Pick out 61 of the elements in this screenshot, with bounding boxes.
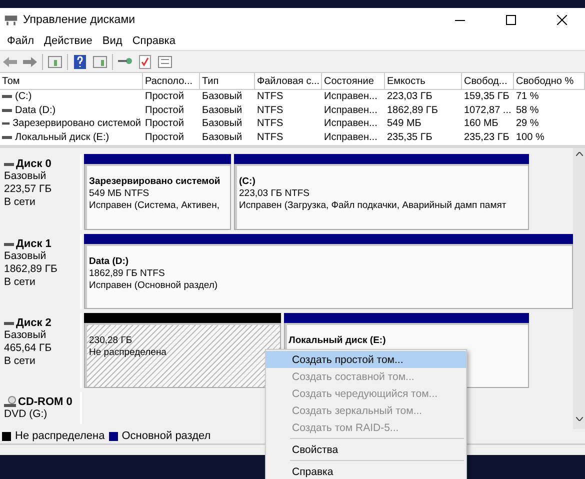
table-cell: 58 % — [516, 104, 539, 117]
partition-title: (C:) — [239, 176, 256, 188]
partition-title: Зарезервировано системой — [89, 176, 220, 188]
table-cell: 235,23 ГБ — [464, 130, 510, 144]
table-cell: Исправен... — [324, 104, 378, 117]
partition-title: Локальный диск (E:) — [288, 335, 386, 347]
table-cell: Простой — [145, 104, 184, 117]
table-cell: Локальный диск (E:) — [15, 130, 110, 144]
table-cell: Базовый — [202, 104, 242, 117]
table-cell: Базовый — [202, 117, 242, 130]
table-cell: Исправен... — [324, 130, 378, 144]
table-cell: (C:) — [15, 90, 32, 104]
table-cell: 235,35 ГБ — [387, 130, 432, 144]
table-cell: 29 % — [516, 117, 539, 130]
disk-size: 1862,89 ГБ — [4, 263, 58, 276]
partition-size: 230,28 ГБ — [89, 335, 132, 347]
table-cell: Исправен... — [324, 117, 378, 130]
table-cell: Data (D:) — [15, 104, 56, 117]
partition-size: 1862,89 ГБ NTFS — [89, 268, 165, 280]
table-cell: 1072,87 ... — [464, 104, 512, 117]
partition-status: Исправен (Загрузка, Файл подкачки, Аварийный дамп памят — [239, 200, 506, 212]
table-cell: NTFS — [257, 117, 284, 130]
disk-type: Базовый — [4, 250, 48, 263]
table-cell: 1862,89 ГБ — [387, 104, 438, 117]
legend-label: Не распределена — [15, 430, 105, 442]
table-cell: Простой — [145, 130, 184, 144]
table-cell: 160 МБ — [464, 117, 498, 130]
disk-name: Диск 2 — [16, 317, 52, 329]
table-cell: 549 МБ — [387, 117, 422, 130]
disk-status: В сети — [4, 276, 36, 289]
partition-size: 223,03 ГБ NTFS — [239, 188, 310, 200]
table-cell: Исправен... — [324, 90, 378, 104]
table-cell: Простой — [145, 90, 184, 104]
window-title: Управление дисками — [23, 14, 136, 26]
table-cell: Простой — [145, 117, 184, 130]
disk-type: Базовый — [4, 170, 48, 183]
legend-label: Основной раздел — [122, 430, 211, 442]
disk-size: 223,57 ГБ — [4, 183, 53, 196]
table-cell: Базовый — [202, 90, 242, 104]
disk-status: В сети — [4, 355, 36, 368]
table-cell: 159,35 ГБ — [464, 90, 510, 104]
partition-status: Не распределена — [89, 347, 166, 359]
table-cell: NTFS — [257, 90, 284, 104]
table-cell: Базовый — [202, 130, 242, 144]
table-cell: Зарезервировано системой — [12, 117, 141, 130]
drive-letter: DVD (G:) — [4, 408, 48, 421]
partition-status: Исправен (Система, Активен, — [89, 200, 220, 212]
table-cell: 223,03 ГБ — [387, 90, 432, 104]
disk-name: Диск 1 — [16, 238, 52, 250]
disk-type: Базовый — [4, 329, 48, 342]
disk-name: CD-ROM 0 — [18, 396, 72, 408]
table-cell: NTFS — [257, 104, 284, 117]
partition-status: Исправен (Основной раздел) — [89, 280, 218, 292]
partition-size: 549 МБ NTFS — [89, 188, 150, 200]
table-cell: 71 % — [516, 90, 539, 104]
disk-status: В сети — [4, 196, 36, 209]
table-cell: 100 % — [516, 130, 544, 144]
table-cell: NTFS — [257, 130, 284, 144]
disk-size: 465,64 ГБ — [4, 342, 53, 355]
partition-title: Data (D:) — [89, 256, 129, 268]
disk-name: Диск 0 — [16, 158, 52, 170]
